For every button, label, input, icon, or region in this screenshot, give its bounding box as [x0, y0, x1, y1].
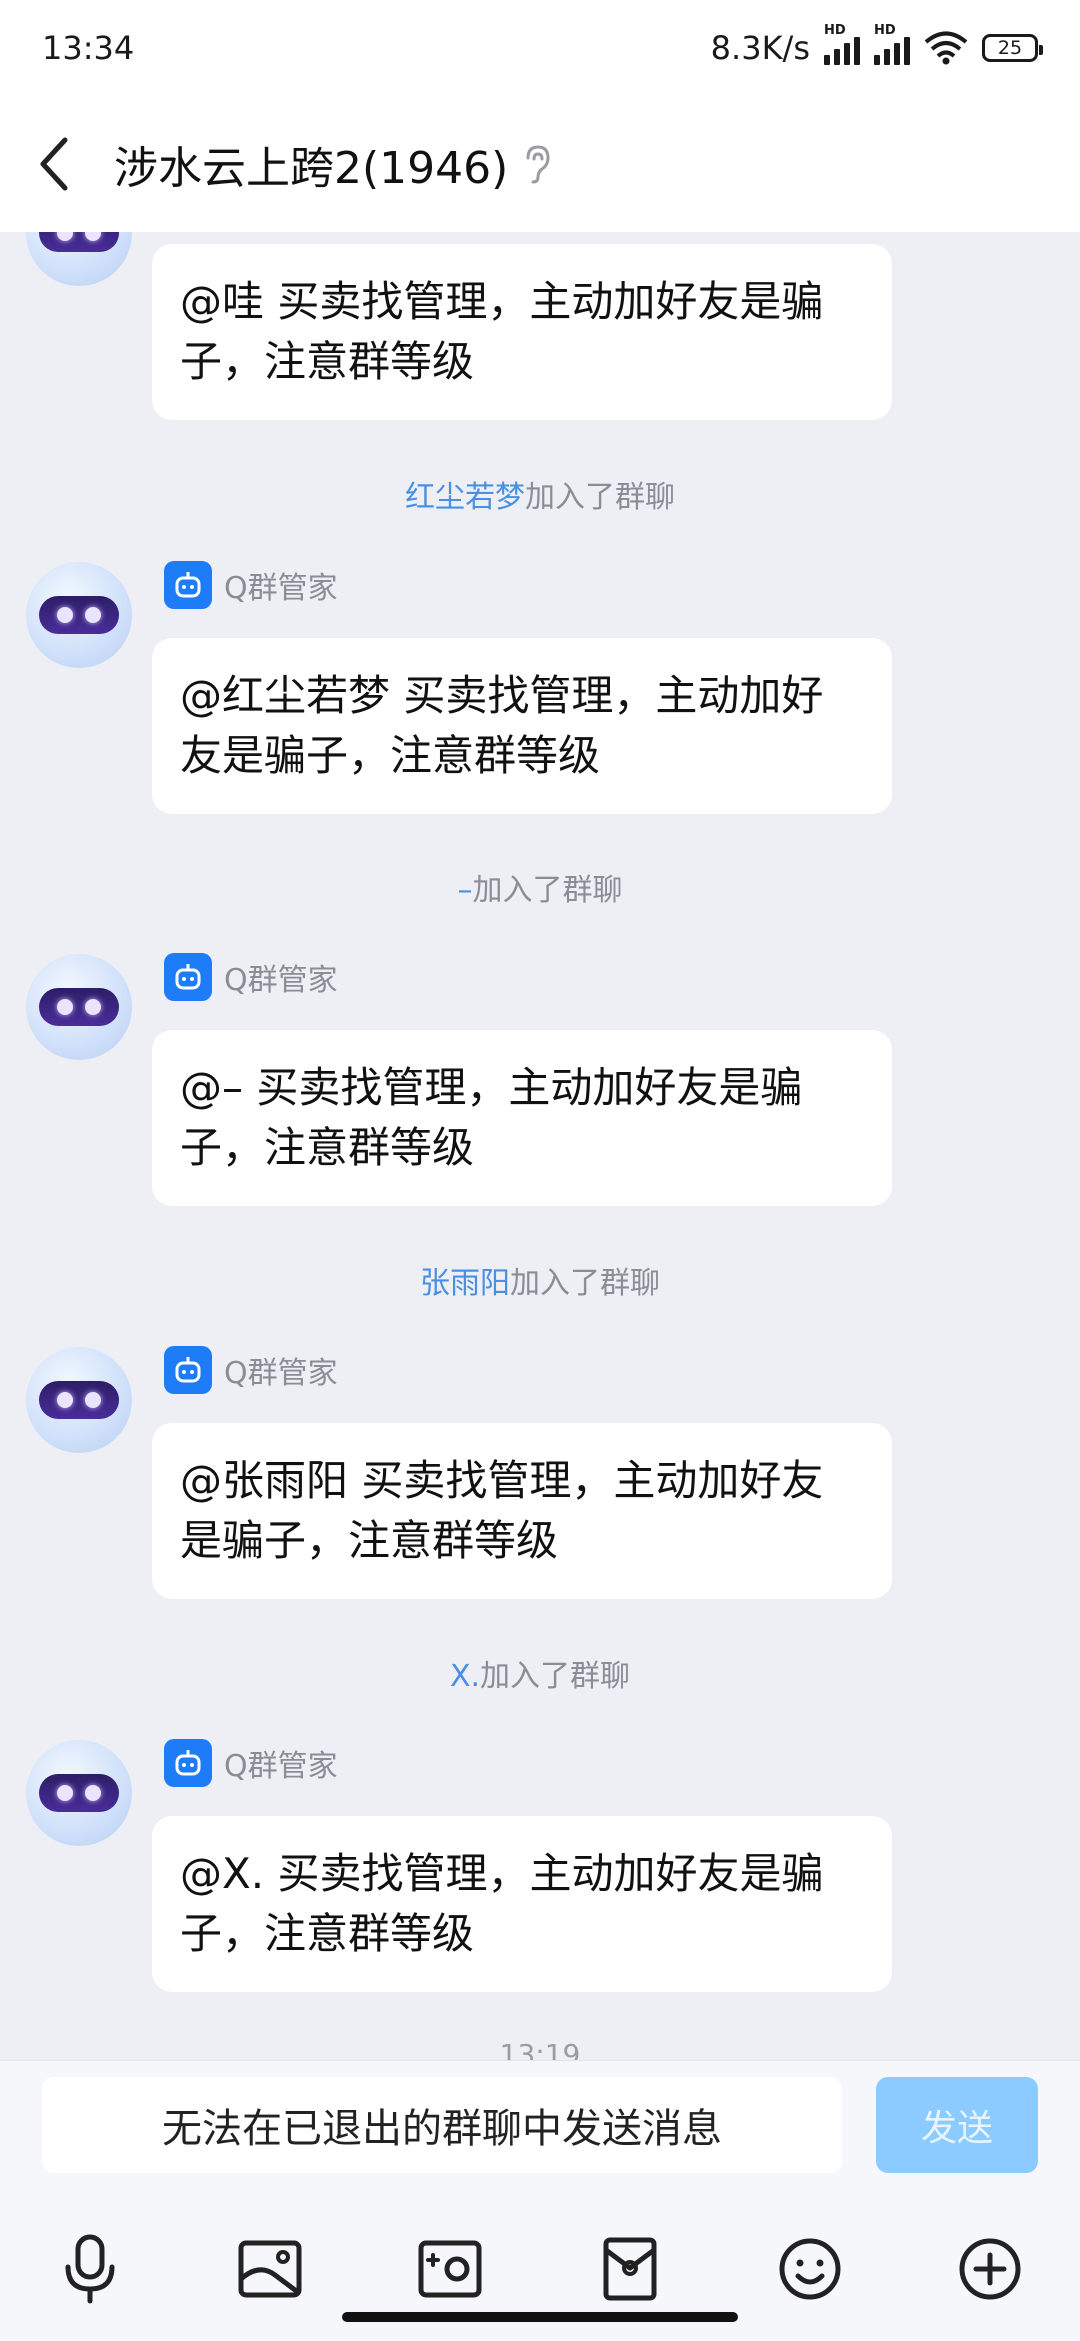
avatar[interactable] [26, 232, 132, 286]
join-notice: –加入了群聊 [457, 873, 623, 908]
sender-name: Q群管家 [224, 1749, 338, 1784]
ear-icon[interactable] [522, 144, 552, 184]
join-notice: 红尘若梦加入了群聊 [405, 480, 675, 515]
joiner-name[interactable]: X. [450, 1659, 480, 1694]
signal-icon: HD [824, 23, 860, 65]
send-button[interactable]: 发送 [876, 2077, 1038, 2173]
robot-icon [164, 561, 212, 609]
wifi-icon [924, 31, 968, 65]
chat-header: 涉水云上跨2(1946) [0, 96, 1080, 232]
battery-icon: 25 [982, 34, 1043, 62]
input-bar: 无法在已退出的群聊中发送消息 发送 [0, 2060, 1080, 2341]
joiner-name[interactable]: 张雨阳 [420, 1266, 510, 1301]
status-bar: 13:34 8.3K/s HD HD 25 [0, 0, 1080, 96]
sender-row: Q群管家 [164, 1738, 338, 1788]
camera-icon[interactable] [414, 2233, 486, 2305]
sender-row: Q群管家 [164, 952, 338, 1002]
avatar[interactable] [26, 562, 132, 668]
status-indicators: 8.3K/s HD HD 25 [710, 23, 1043, 67]
message-timestamp: 13:19 [499, 2038, 581, 2060]
sender-row: Q群管家 [164, 560, 338, 610]
message-bubble[interactable]: @X. 买卖找管理，主动加好友是骗子，注意群等级 [152, 1816, 892, 1992]
avatar[interactable] [26, 1347, 132, 1453]
network-speed: 8.3K/s [710, 29, 810, 67]
joiner-name[interactable]: 红尘若梦 [405, 480, 525, 515]
home-indicator[interactable] [342, 2312, 738, 2322]
signal-icon: HD [874, 23, 910, 65]
robot-icon [164, 953, 212, 1001]
message-bubble[interactable]: @– 买卖找管理，主动加好友是骗子，注意群等级 [152, 1030, 892, 1206]
status-time: 13:34 [42, 29, 135, 67]
back-button[interactable] [0, 96, 110, 232]
message-bubble[interactable]: @张雨阳 买卖找管理，主动加好友是骗子，注意群等级 [152, 1423, 892, 1599]
red-packet-icon[interactable] [594, 2233, 666, 2305]
image-icon[interactable] [234, 2233, 306, 2305]
sender-name: Q群管家 [224, 963, 338, 998]
chevron-left-icon [40, 137, 68, 191]
message-input[interactable]: 无法在已退出的群聊中发送消息 [42, 2077, 842, 2173]
robot-icon [164, 1346, 212, 1394]
page-title[interactable]: 涉水云上跨2(1946) [114, 132, 508, 196]
joiner-name[interactable]: – [458, 873, 473, 908]
sender-row: Q群管家 [164, 1345, 338, 1395]
join-notice: X.加入了群聊 [449, 1659, 631, 1694]
message-list[interactable]: @哇 买卖找管理，主动加好友是骗子，注意群等级 红尘若梦加入了群聊 Q群管家 @… [0, 232, 1080, 2060]
message-bubble[interactable]: @红尘若梦 买卖找管理，主动加好友是骗子，注意群等级 [152, 638, 892, 814]
emoji-icon[interactable] [774, 2233, 846, 2305]
join-notice: 张雨阳加入了群聊 [420, 1266, 660, 1301]
plus-icon[interactable] [954, 2233, 1026, 2305]
sender-name: Q群管家 [224, 1356, 338, 1391]
message-bubble[interactable]: @哇 买卖找管理，主动加好友是骗子，注意群等级 [152, 244, 892, 420]
sender-name: Q群管家 [224, 571, 338, 606]
avatar[interactable] [26, 1740, 132, 1846]
avatar[interactable] [26, 954, 132, 1060]
microphone-icon[interactable] [54, 2233, 126, 2305]
robot-icon [164, 1739, 212, 1787]
